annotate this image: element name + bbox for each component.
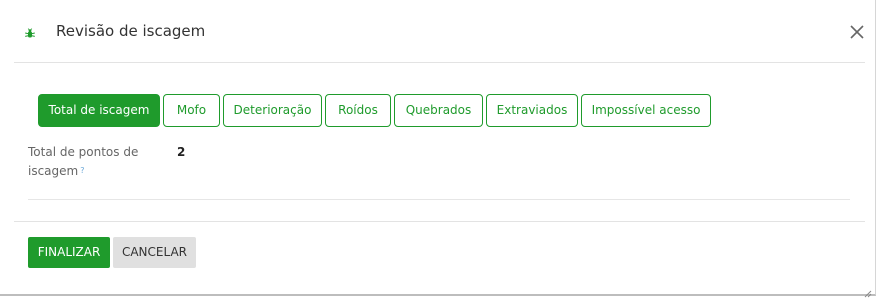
- modal-header: Revisão de iscagem: [0, 0, 875, 62]
- tab-mofo[interactable]: Mofo: [163, 94, 220, 127]
- tab-deterioracao[interactable]: Deterioração: [223, 94, 322, 127]
- bug-icon: [24, 25, 36, 38]
- tab-impossivel-acesso[interactable]: Impossível acesso: [581, 94, 711, 127]
- help-icon[interactable]: ?: [80, 166, 84, 175]
- iscagem-review-modal: Revisão de iscagem Total de iscagem Mofo…: [0, 0, 876, 298]
- field-value: 2: [177, 145, 186, 159]
- tab-extraviados[interactable]: Extraviados: [486, 94, 578, 127]
- tab-total-de-iscagem[interactable]: Total de iscagem: [38, 94, 160, 127]
- field-label: Total de pontos de iscagem?: [28, 143, 143, 181]
- resize-grip-icon[interactable]: [864, 283, 872, 298]
- finalizar-button[interactable]: FINALIZAR: [28, 237, 110, 268]
- modal-title: Revisão de iscagem: [56, 22, 206, 40]
- close-icon[interactable]: [847, 22, 867, 42]
- field-divider: [28, 199, 850, 200]
- tab-quebrados[interactable]: Quebrados: [394, 94, 483, 127]
- tab-roidos[interactable]: Roídos: [325, 94, 391, 127]
- tab-bar: Total de iscagem Mofo Deterioração Roído…: [38, 94, 711, 127]
- footer-divider: [14, 221, 865, 222]
- cancelar-button[interactable]: CANCELAR: [113, 237, 196, 268]
- header-divider: [14, 62, 865, 63]
